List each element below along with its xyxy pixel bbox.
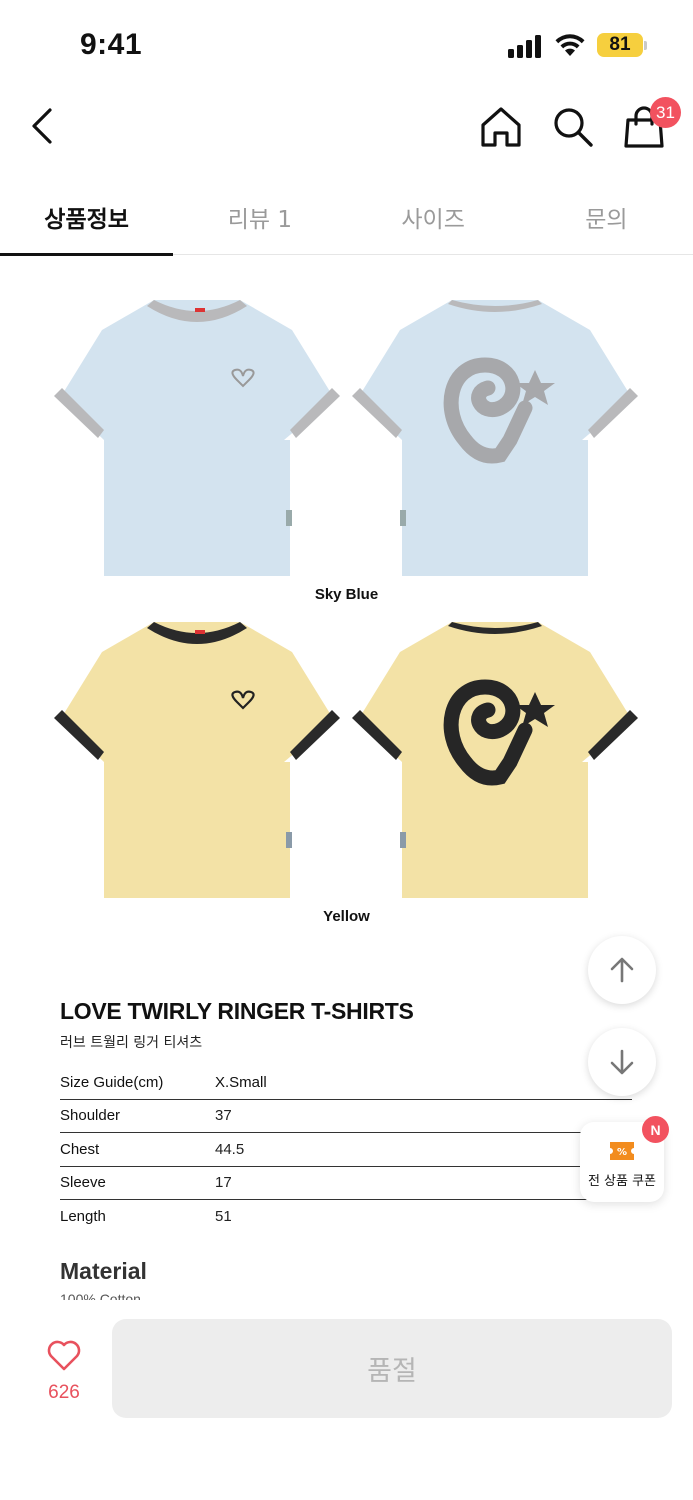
size-row-label: Sleeve [60,1174,106,1192]
coupon-label: 전 상품 쿠폰 [587,1174,657,1189]
sold-out-button[interactable]: 품절 [112,1319,672,1418]
scroll-to-top-button[interactable] [588,936,656,1004]
color-caption-yellow: Yellow [323,908,370,925]
wifi-icon [555,34,585,56]
top-nav-bar [0,90,693,170]
yellow-shirt-front-image [54,622,340,898]
tab-product-info[interactable]: 상품정보 [0,180,174,256]
coupon-icon: % [610,1142,634,1160]
product-tabs: 상품정보 리뷰 1 사이즈 문의 [0,180,693,256]
yellow-shirt-back-image [352,622,638,898]
cellular-signal-icon [508,34,544,58]
table-row: Length 51 [60,1200,632,1234]
table-row: Chest 44.5 [60,1133,632,1167]
size-row-label: Length [60,1208,106,1226]
status-time: 9:41 [80,28,143,61]
size-row-value: 17 [215,1174,232,1192]
sky-blue-shirt-front-image [54,300,340,576]
tab-size[interactable]: 사이즈 [347,180,520,254]
material-heading: Material [60,1258,147,1284]
battery-indicator: 81 [597,33,643,57]
table-row: Sleeve 17 [60,1167,632,1200]
table-row: Shoulder 37 [60,1100,632,1133]
cart-count-badge: 31 [650,97,681,128]
color-caption-sky-blue: Sky Blue [314,586,379,603]
product-subtitle: 러브 트월리 링거 티셔츠 [60,1035,203,1051]
battery-tip [644,41,647,50]
search-icon[interactable] [550,104,596,150]
svg-text:%: % [617,1147,627,1158]
size-header-value: X.Small [215,1073,267,1091]
size-row-value: 44.5 [215,1140,245,1158]
size-guide-table: Size Guide(cm) X.Small Shoulder 37 Chest… [60,1066,632,1234]
size-row-label: Chest [60,1140,100,1158]
sky-blue-shirt-back-image [352,300,638,576]
size-row-label: Shoulder [60,1107,121,1125]
home-icon[interactable] [478,104,524,150]
tab-reviews[interactable]: 리뷰 1 [173,180,346,254]
tab-inquiry[interactable]: 문의 [520,180,693,254]
like-button[interactable]: 626 [30,1340,98,1406]
status-bar: 9:41 81 [0,0,693,90]
arrow-up-icon [610,957,634,983]
product-title: LOVE TWIRLY RINGER T-SHIRTS [60,998,414,1024]
size-header-label: Size Guide(cm) [60,1073,164,1091]
back-arrow-icon[interactable] [24,104,64,148]
scroll-to-bottom-button[interactable] [588,1028,656,1096]
size-row-value: 51 [215,1208,232,1226]
size-row-value: 37 [215,1107,232,1125]
heart-icon [47,1340,81,1371]
coupon-new-badge: N [642,1116,669,1143]
bottom-action-bar: 626 품절 [0,1300,693,1500]
size-table-header: Size Guide(cm) X.Small [60,1066,632,1100]
material-text: 100% Cotton [60,1292,141,1300]
arrow-down-icon [610,1049,634,1075]
like-count: 626 [48,1382,80,1403]
